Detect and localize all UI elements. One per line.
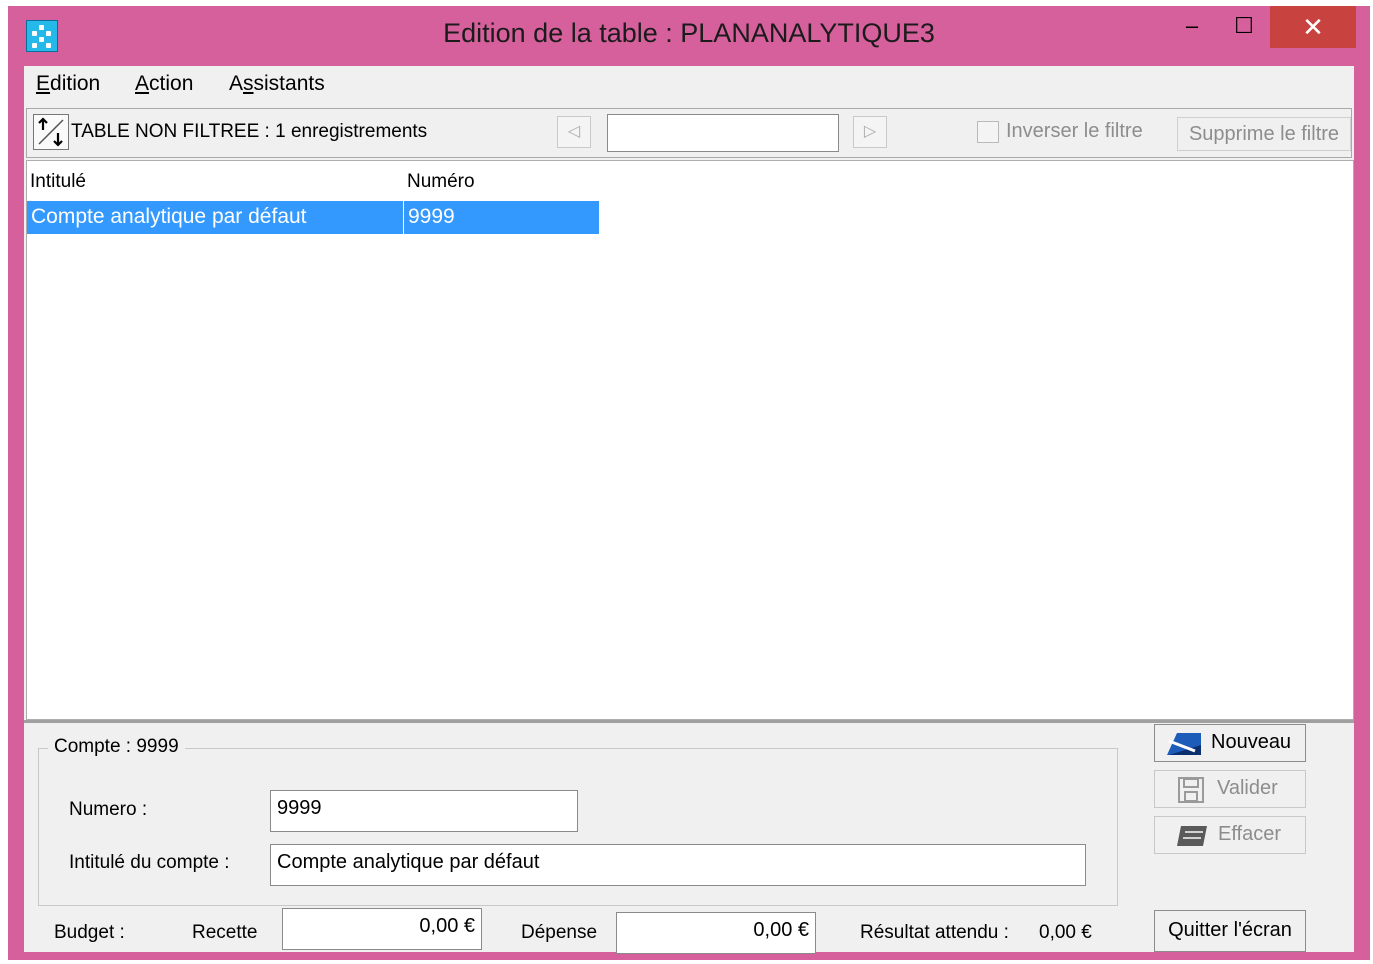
next-filter-button[interactable]: ▷ bbox=[853, 116, 887, 148]
delete-button-label: Effacer bbox=[1218, 823, 1281, 845]
budget-label: Budget : bbox=[54, 922, 125, 943]
new-record-icon bbox=[1167, 733, 1201, 755]
application-window: Edition de la table : PLANANALYTIQUE3 – … bbox=[8, 6, 1370, 960]
sort-button[interactable] bbox=[33, 114, 69, 150]
arrow-left-icon: ◁ bbox=[567, 123, 581, 140]
close-button[interactable]: ✕ bbox=[1270, 6, 1356, 48]
intitule-field[interactable]: Compte analytique par défaut bbox=[270, 844, 1086, 886]
account-group-title: Compte : 9999 bbox=[48, 736, 185, 758]
column-header-numero[interactable]: Numéro bbox=[407, 171, 475, 193]
resultat-value: 0,00 € bbox=[1039, 922, 1092, 943]
intitule-label: Intitulé du compte : bbox=[69, 852, 230, 873]
splitter[interactable] bbox=[24, 720, 1354, 723]
title-bar[interactable]: Edition de la table : PLANANALYTIQUE3 – … bbox=[8, 6, 1370, 66]
minimize-button[interactable]: – bbox=[1168, 6, 1216, 48]
delete-button[interactable]: Effacer bbox=[1154, 816, 1306, 854]
sort-icon bbox=[38, 117, 64, 147]
table-row[interactable]: Compte analytique par défaut 9999 bbox=[27, 201, 599, 234]
recette-field[interactable]: 0,00 € bbox=[282, 908, 482, 950]
window-title: Edition de la table : PLANANALYTIQUE3 bbox=[443, 18, 935, 48]
quit-button[interactable]: Quitter l'écran bbox=[1154, 910, 1306, 952]
validate-button[interactable]: Valider bbox=[1154, 770, 1306, 808]
depense-label: Dépense bbox=[521, 922, 598, 943]
arrow-right-icon: ▷ bbox=[863, 123, 877, 140]
new-button-label: Nouveau bbox=[1211, 731, 1292, 753]
resultat-label: Résultat attendu : bbox=[860, 922, 1009, 943]
save-icon bbox=[1178, 777, 1204, 803]
column-header-intitule[interactable]: Intitulé bbox=[30, 171, 86, 193]
menu-assistants[interactable]: Assistants bbox=[229, 72, 325, 96]
depense-field[interactable]: 0,00 € bbox=[616, 912, 816, 954]
records-grid[interactable]: Intitulé Numéro Compte analytique par dé… bbox=[26, 160, 1354, 720]
filter-toolbar: TABLE NON FILTREE : 1 enregistrements ◁ … bbox=[26, 108, 1352, 158]
cell-numero: 9999 bbox=[408, 205, 455, 228]
filter-input[interactable] bbox=[607, 114, 839, 152]
invert-filter-label: Inverser le filtre bbox=[1006, 120, 1143, 142]
menu-edition[interactable]: Edition bbox=[36, 72, 100, 96]
invert-filter-checkbox[interactable] bbox=[977, 121, 999, 143]
validate-button-label: Valider bbox=[1217, 777, 1278, 799]
cell-intitule: Compte analytique par défaut bbox=[31, 205, 307, 228]
filter-status-text: TABLE NON FILTREE : 1 enregistrements bbox=[71, 121, 428, 142]
new-button[interactable]: Nouveau bbox=[1154, 724, 1306, 762]
numero-label: Numero : bbox=[69, 799, 148, 820]
recette-label: Recette bbox=[192, 922, 258, 943]
cell-divider bbox=[403, 201, 404, 234]
window-client-area: Edition Action Assistants TABLE NON FILT… bbox=[24, 66, 1354, 954]
numero-field[interactable]: 9999 bbox=[270, 790, 578, 832]
menu-bar: Edition Action Assistants bbox=[24, 66, 1354, 106]
previous-filter-button[interactable]: ◁ bbox=[557, 116, 591, 148]
maximize-button[interactable]: ☐ bbox=[1218, 6, 1270, 48]
menu-action[interactable]: Action bbox=[135, 72, 193, 96]
remove-filter-button[interactable]: Supprime le filtre bbox=[1177, 117, 1351, 151]
erase-icon bbox=[1177, 826, 1207, 846]
